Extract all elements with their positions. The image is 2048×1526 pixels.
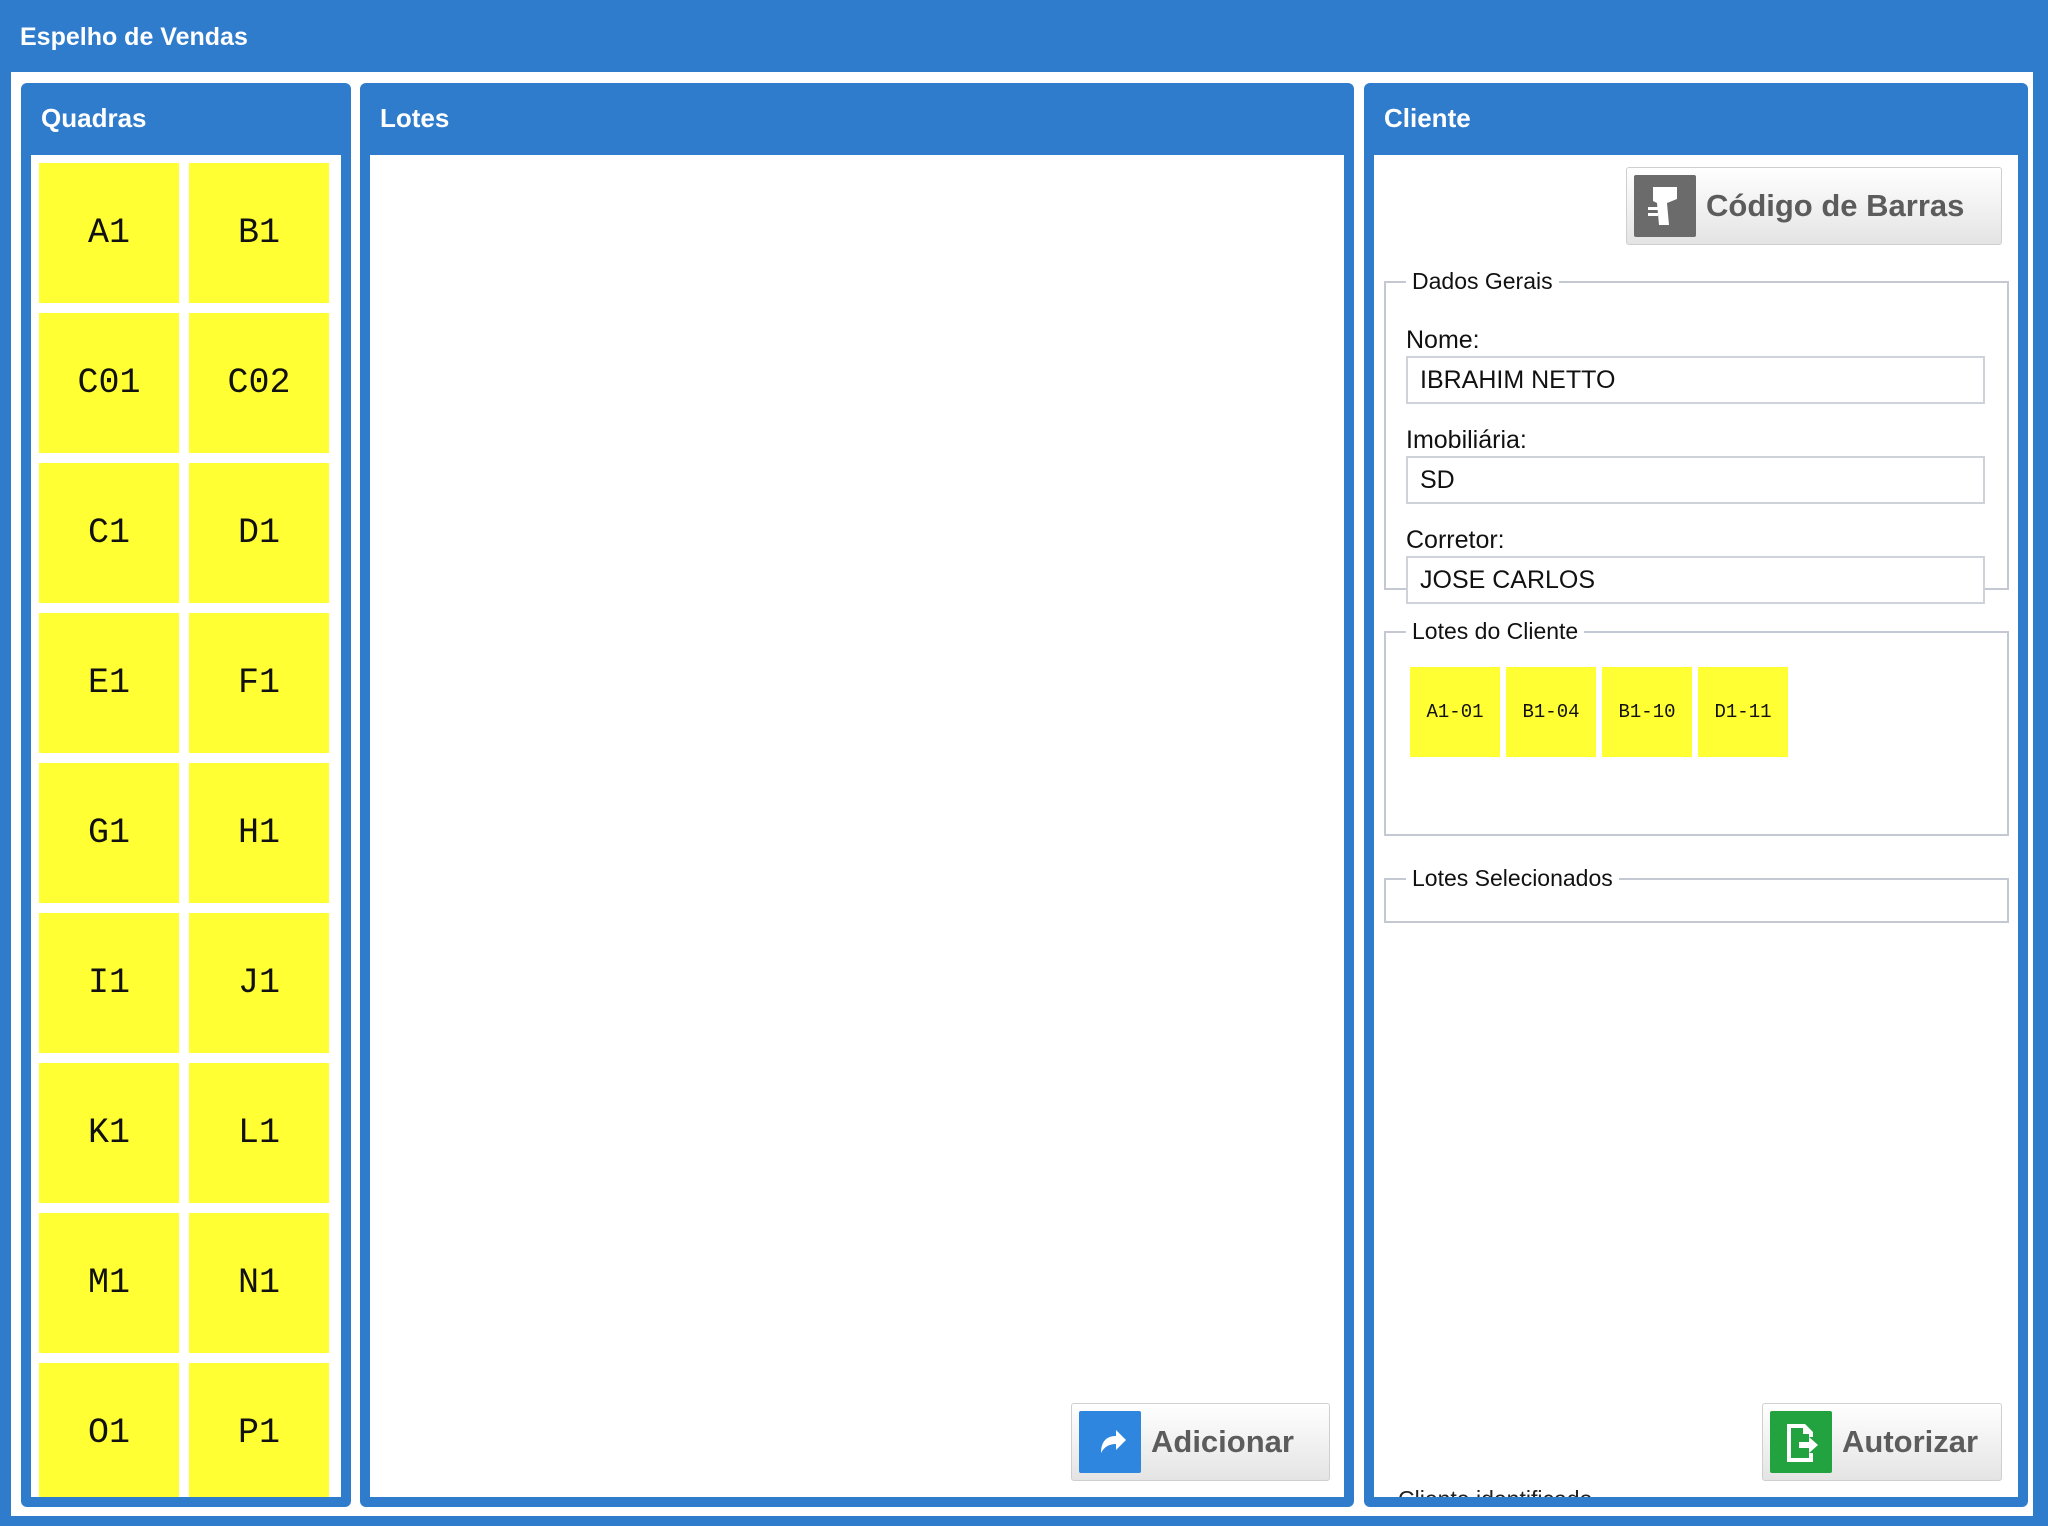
quadra-tile[interactable]: C01 — [39, 313, 179, 453]
nome-label: Nome: — [1406, 326, 1480, 354]
lotes-do-cliente-group: Lotes do Cliente A1-01 B1-04 B1-10 D1-11 — [1384, 618, 2009, 836]
corretor-label: Corretor: — [1406, 526, 1505, 554]
authorize-button-label: Autorizar — [1842, 1424, 1979, 1459]
cliente-panel-title: Cliente — [1384, 103, 1471, 133]
redo-arrow-icon — [1079, 1411, 1141, 1473]
quadra-tile[interactable]: H1 — [189, 763, 329, 903]
quadra-tile[interactable]: C02 — [189, 313, 329, 453]
quadra-tile[interactable]: D1 — [189, 463, 329, 603]
quadras-panel: Quadras A1 B1 C01 C02 C1 D1 E1 F1 G1 H1 I1 J1 K1 L1 M1… — [21, 83, 351, 1507]
quadra-tile[interactable]: K1 — [39, 1063, 179, 1203]
cliente-lote-chip[interactable]: B1-10 — [1602, 667, 1692, 757]
lotes-panel: Lotes Adicionar — [360, 83, 1354, 1507]
imobiliaria-label: Imobiliária: — [1406, 426, 1527, 454]
quadra-tile[interactable]: I1 — [39, 913, 179, 1053]
lotes-panel-title: Lotes — [380, 103, 450, 133]
lotes-panel-body: Adicionar — [370, 155, 1344, 1497]
lotes-do-cliente-legend: Lotes do Cliente — [1412, 618, 1579, 644]
document-export-icon — [1770, 1411, 1832, 1473]
quadra-tile[interactable]: C1 — [39, 463, 179, 603]
quadra-tile[interactable]: E1 — [39, 613, 179, 753]
add-button-label: Adicionar — [1151, 1424, 1294, 1459]
barcode-scanner-icon — [1634, 175, 1696, 237]
lotes-selecionados-group: Lotes Selecionados — [1384, 865, 2009, 923]
window-title: Espelho de Vendas — [20, 23, 248, 51]
quadra-tile[interactable]: L1 — [189, 1063, 329, 1203]
cliente-lote-chip[interactable]: A1-01 — [1410, 667, 1500, 757]
cliente-panel: Cliente Código de Barras Dados Gerais No… — [1364, 83, 2028, 1507]
barcode-button-label: Código de Barras — [1706, 188, 1965, 223]
quadras-panel-title: Quadras — [41, 103, 147, 133]
status-text: Cliente identificado. — [1398, 1486, 1599, 1497]
lotes-selecionados-legend: Lotes Selecionados — [1412, 865, 1613, 891]
barcode-button[interactable]: Código de Barras — [1626, 167, 2002, 245]
authorize-button[interactable]: Autorizar — [1762, 1403, 2002, 1481]
quadra-tile[interactable]: F1 — [189, 613, 329, 753]
app-window: Espelho de Vendas Quadras A1 B1 C01 C02 C1 D1… — [0, 0, 2048, 1526]
cliente-panel-body: Código de Barras Dados Gerais Nome: Imob… — [1374, 155, 2018, 1497]
quadras-grid: A1 B1 C01 C02 C1 D1 E1 F1 G1 H1 I1 J1 K1 L1 M1 N1 O1 P1 — [39, 163, 329, 1497]
cliente-lote-chip[interactable]: D1-11 — [1698, 667, 1788, 757]
nome-field[interactable] — [1406, 356, 1985, 404]
quadra-tile[interactable]: N1 — [189, 1213, 329, 1353]
dados-gerais-group: Dados Gerais Nome: Imobiliária: Corretor… — [1384, 268, 2009, 604]
quadra-tile[interactable]: A1 — [39, 163, 179, 303]
corretor-field[interactable] — [1406, 556, 1985, 604]
quadra-tile[interactable]: O1 — [39, 1363, 179, 1497]
dados-gerais-legend: Dados Gerais — [1412, 268, 1553, 294]
cliente-lote-chip[interactable]: B1-04 — [1506, 667, 1596, 757]
add-button[interactable]: Adicionar — [1071, 1403, 1330, 1481]
quadra-tile[interactable]: P1 — [189, 1363, 329, 1497]
quadra-tile[interactable]: G1 — [39, 763, 179, 903]
quadras-panel-body: A1 B1 C01 C02 C1 D1 E1 F1 G1 H1 I1 J1 K1 L1 M1 N1 O1 P1 — [31, 155, 341, 1497]
quadra-tile[interactable]: B1 — [189, 163, 329, 303]
quadra-tile[interactable]: J1 — [189, 913, 329, 1053]
quadra-tile[interactable]: M1 — [39, 1213, 179, 1353]
imobiliaria-field[interactable] — [1406, 456, 1985, 504]
